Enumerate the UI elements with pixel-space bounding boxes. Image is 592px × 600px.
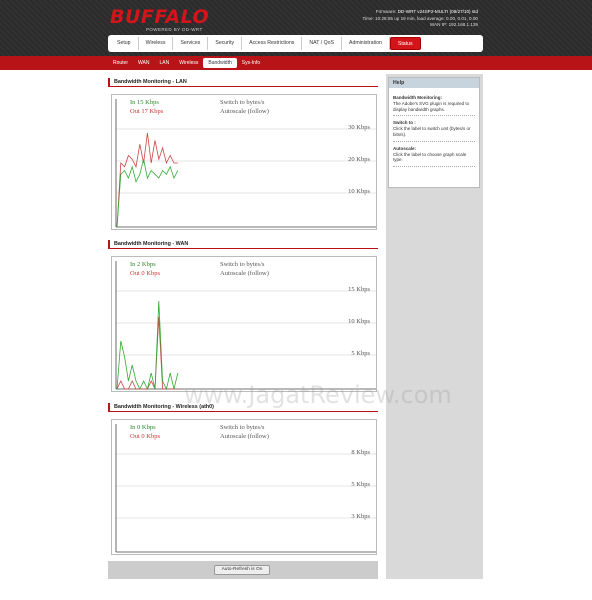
- wan-ip-value: 192.168.1.139: [448, 22, 478, 28]
- router-status-page: BUFFALO POWERED BY DD-WRT Firmware: DD-W…: [0, 0, 592, 600]
- subtab-sys-info[interactable]: Sys-Info: [237, 58, 265, 68]
- wan-in-rate: In 2 Kbps: [130, 261, 156, 268]
- wireless-switch-units[interactable]: Switch to bytes/s: [220, 424, 264, 431]
- wireless-scale-mid: 5 Kbps: [351, 481, 370, 488]
- lan-graph: In 15 Kbps Out 17 Kbps Switch to bytes/s…: [111, 94, 377, 230]
- wan-in-trace: [116, 300, 179, 391]
- tab-administration[interactable]: Administration: [342, 37, 390, 50]
- wireless-scale-low: 3 Kbps: [351, 513, 370, 520]
- firmware-value: DD-WRT v24SP2-MULTI (08/27/10) std: [397, 9, 478, 14]
- help-body: Bandwidth Monitoring: The Adobe's SVG pl…: [389, 88, 479, 170]
- bandwidth-content: Bandwidth Monitoring - LAN In 15 Kbps Ou…: [108, 74, 380, 580]
- tab-security[interactable]: Security: [208, 37, 243, 50]
- uptime-text: Time: 10:28:55 up 19 min, load average: …: [362, 15, 478, 21]
- help-box: Help Bandwidth Monitoring: The Adobe's S…: [388, 77, 480, 188]
- lan-scale-high: 30 Kbps: [348, 124, 370, 131]
- tab-access-restrictions[interactable]: Access Restrictions: [242, 37, 303, 50]
- router-info: Firmware: DD-WRT v24SP2-MULTI (08/27/10)…: [362, 9, 478, 29]
- main-nav: Setup Wireless Services Security Access …: [108, 35, 483, 52]
- firmware-label: Firmware:: [375, 9, 397, 14]
- subtab-wireless[interactable]: Wireless: [174, 58, 203, 68]
- lan-section-title: Bandwidth Monitoring - LAN: [108, 78, 378, 87]
- tab-services[interactable]: Services: [173, 37, 209, 50]
- wan-out-rate: Out 0 Kbps: [130, 270, 160, 277]
- lan-scale-low: 10 Kbps: [348, 188, 370, 195]
- wan-autoscale[interactable]: Autoscale (follow): [220, 270, 269, 277]
- help-desc: The Adobe's SVG plugin is required to di…: [393, 101, 475, 117]
- help-desc: Click the label to choose graph scale ty…: [393, 152, 475, 168]
- wireless-in-rate: In 0 Kbps: [130, 424, 156, 431]
- subtab-wan[interactable]: WAN: [133, 58, 154, 68]
- wan-scale-low: 5 Kbps: [351, 350, 370, 357]
- wan-scale-mid: 10 Kbps: [348, 318, 370, 325]
- lan-scale-mid: 20 Kbps: [348, 156, 370, 163]
- tab-setup[interactable]: Setup: [110, 37, 139, 50]
- help-sidebar: Help Bandwidth Monitoring: The Adobe's S…: [386, 74, 483, 579]
- wireless-out-rate: Out 0 Kbps: [130, 433, 160, 440]
- lan-graph-canvas: [115, 99, 376, 228]
- sub-nav: Router WAN LAN Wireless Bandwidth Sys-In…: [0, 56, 592, 70]
- tab-status[interactable]: Status: [389, 37, 421, 50]
- tab-nat-qos[interactable]: NAT / QoS: [302, 37, 342, 50]
- logo-subtitle: POWERED BY DD-WRT: [146, 27, 203, 32]
- wireless-scale-high: 8 Kbps: [351, 449, 370, 456]
- lan-in-rate: In 15 Kbps: [130, 99, 159, 106]
- header: BUFFALO POWERED BY DD-WRT Firmware: DD-W…: [0, 0, 592, 56]
- tab-wireless[interactable]: Wireless: [139, 37, 174, 50]
- lan-out-trace: [116, 132, 178, 228]
- wireless-graph-canvas: [115, 424, 376, 553]
- wireless-autoscale[interactable]: Autoscale (follow): [220, 433, 269, 440]
- subtab-bandwidth[interactable]: Bandwidth: [203, 58, 237, 68]
- lan-switch-units[interactable]: Switch to bytes/s: [220, 99, 264, 106]
- buffalo-logo[interactable]: BUFFALO: [110, 6, 209, 28]
- wan-section-title: Bandwidth Monitoring - WAN: [108, 240, 378, 249]
- auto-refresh-button[interactable]: Auto-Refresh is On: [214, 565, 270, 575]
- subtab-lan[interactable]: LAN: [155, 58, 175, 68]
- lan-out-rate: Out 17 Kbps: [130, 108, 164, 115]
- bottom-button-bar: Auto-Refresh is On: [108, 561, 378, 579]
- lan-autoscale[interactable]: Autoscale (follow): [220, 108, 269, 115]
- wan-graph-canvas: [115, 261, 376, 391]
- wan-switch-units[interactable]: Switch to bytes/s: [220, 261, 264, 268]
- wan-scale-high: 15 Kbps: [348, 286, 370, 293]
- subtab-router[interactable]: Router: [108, 58, 133, 68]
- wireless-graph: In 0 Kbps Out 0 Kbps Switch to bytes/s A…: [111, 419, 377, 555]
- wireless-section-title: Bandwidth Monitoring - Wireless (ath0): [108, 403, 378, 412]
- wan-ip-label: WAN IP:: [429, 22, 448, 28]
- wan-graph: In 2 Kbps Out 0 Kbps Switch to bytes/s A…: [111, 256, 377, 392]
- help-title: Help: [389, 78, 479, 88]
- help-desc: Click the label to switch unit (bytes/s …: [393, 126, 475, 142]
